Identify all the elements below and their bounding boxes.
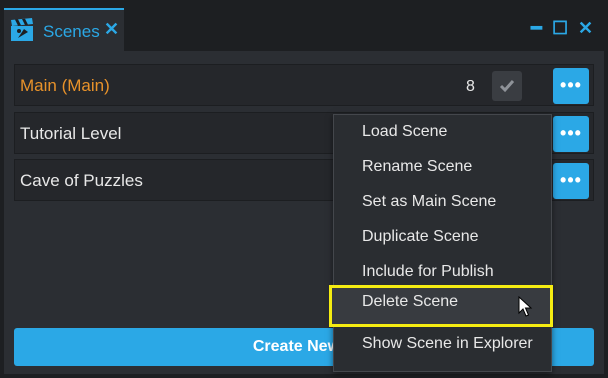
window-close-icon[interactable]: ✕: [578, 18, 593, 38]
more-options-button[interactable]: •••: [553, 163, 589, 199]
mouse-cursor-icon: [518, 295, 534, 318]
scene-name: Tutorial Level: [20, 124, 122, 143]
menu-item-label: Set as Main Scene: [362, 193, 497, 210]
maximize-icon[interactable]: ☐: [552, 18, 568, 38]
menu-item-label: Load Scene: [362, 123, 448, 140]
scene-name: Cave of Puzzles: [20, 171, 143, 190]
tab-close-icon[interactable]: ✕: [104, 19, 119, 39]
menu-item-set-main-scene[interactable]: Set as Main Scene: [334, 185, 551, 220]
collapse-icon[interactable]: ━: [531, 18, 542, 38]
tab-scenes[interactable]: Scenes ✕: [4, 8, 124, 51]
menu-item-label: Show Scene in Explorer: [362, 335, 533, 352]
checkmark-icon: [499, 80, 515, 93]
menu-item-label: Rename Scene: [362, 158, 473, 175]
menu-item-rename-scene[interactable]: Rename Scene: [334, 150, 551, 185]
tab-bar: Scenes ✕ ━ ☐ ✕: [0, 0, 608, 58]
scene-count: 8: [466, 78, 475, 95]
menu-item-label: Duplicate Scene: [362, 228, 479, 245]
ellipsis-icon: •••: [560, 75, 582, 95]
ellipsis-icon: •••: [560, 170, 582, 190]
menu-item-label: Delete Scene: [362, 293, 459, 310]
clapperboard-icon: [10, 18, 36, 42]
tab-title: Scenes: [43, 22, 100, 41]
ellipsis-icon: •••: [560, 123, 582, 143]
menu-item-label: Include for Publish: [362, 263, 494, 280]
check-button[interactable]: [492, 71, 522, 101]
more-options-button[interactable]: •••: [553, 68, 589, 104]
menu-item-duplicate-scene[interactable]: Duplicate Scene: [334, 220, 551, 255]
more-options-button[interactable]: •••: [553, 116, 589, 152]
scene-name: Main (Main): [20, 76, 110, 95]
menu-item-load-scene[interactable]: Load Scene: [334, 115, 551, 150]
menu-item-show-in-explorer[interactable]: Show Scene in Explorer: [334, 327, 551, 362]
scene-context-menu: Load Scene Rename Scene Set as Main Scen…: [329, 114, 553, 372]
scene-row-main[interactable]: Main (Main) 8 •••: [14, 64, 594, 106]
